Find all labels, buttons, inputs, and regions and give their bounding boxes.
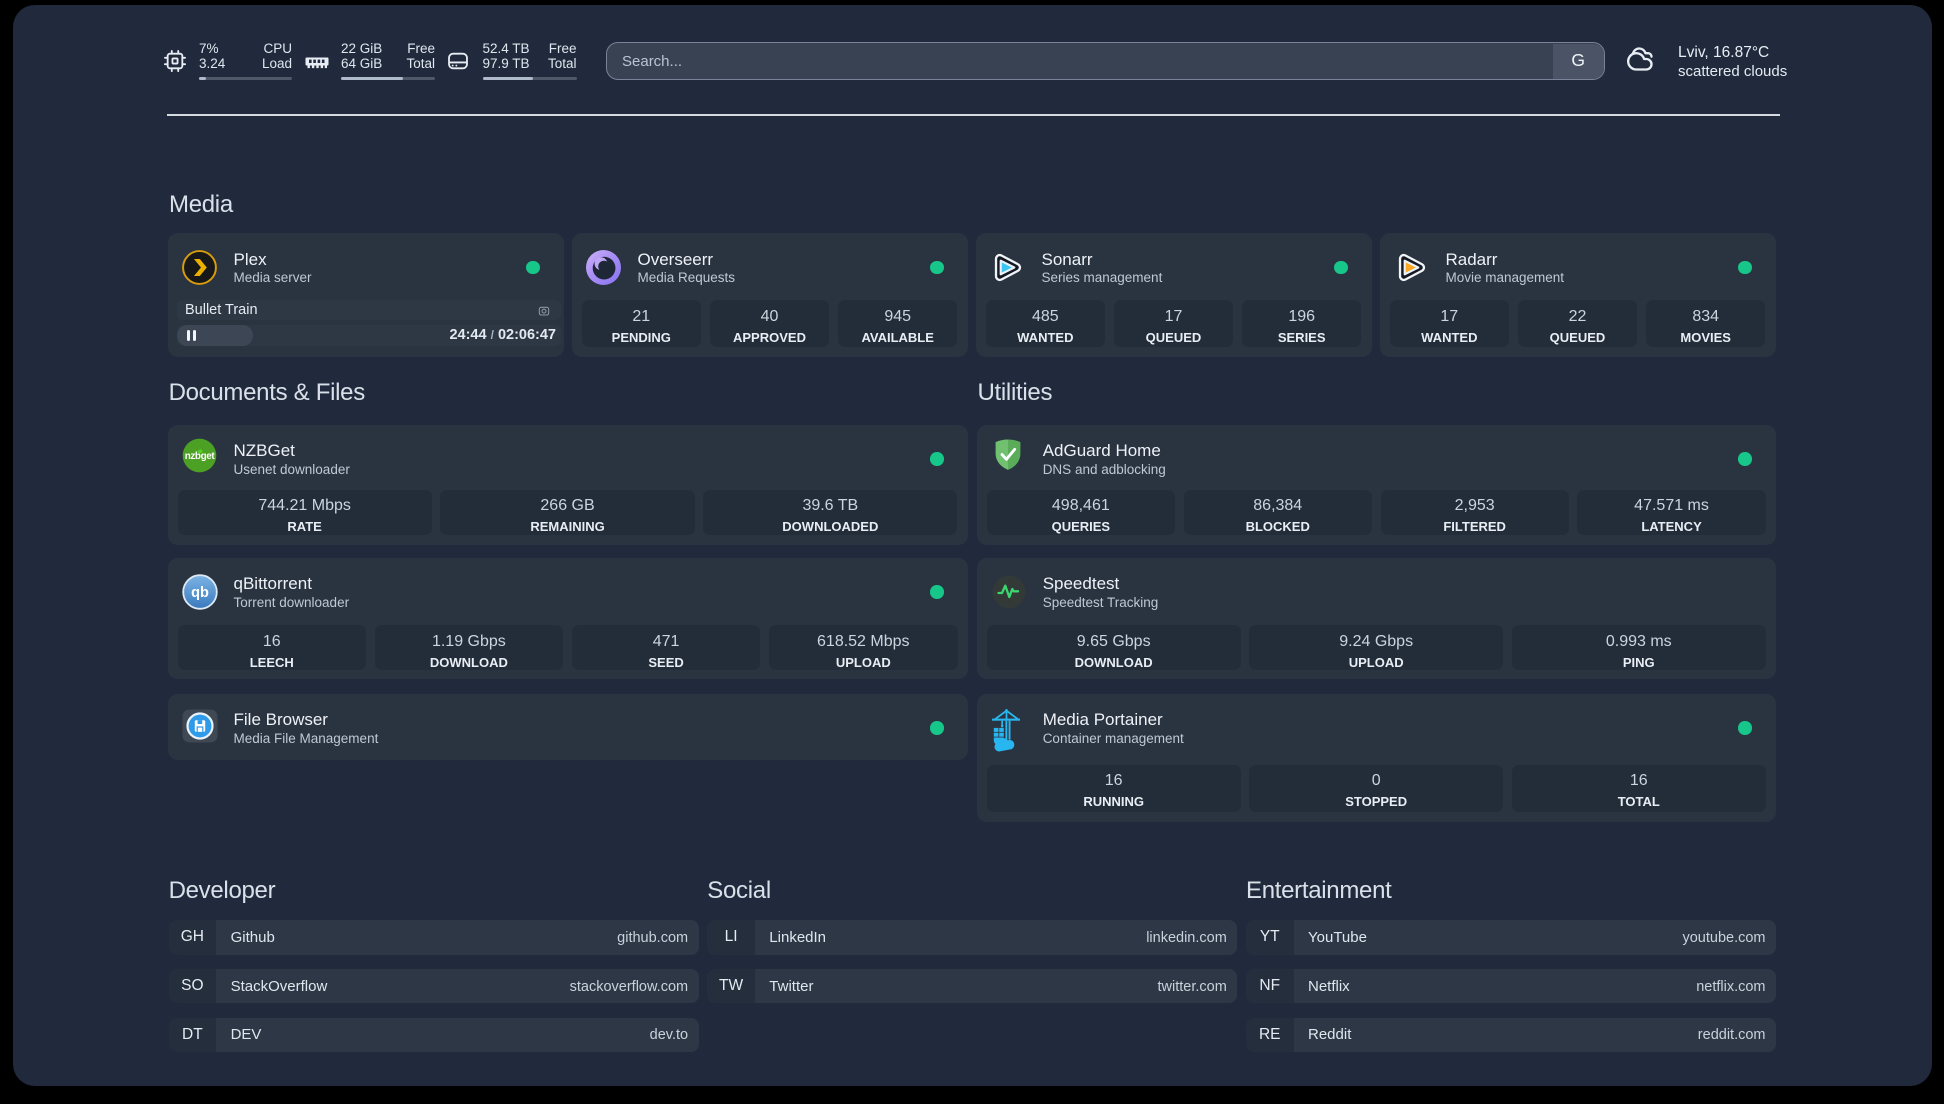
svg-text:qb: qb: [191, 585, 209, 601]
svg-text:nzbget: nzbget: [184, 451, 215, 462]
